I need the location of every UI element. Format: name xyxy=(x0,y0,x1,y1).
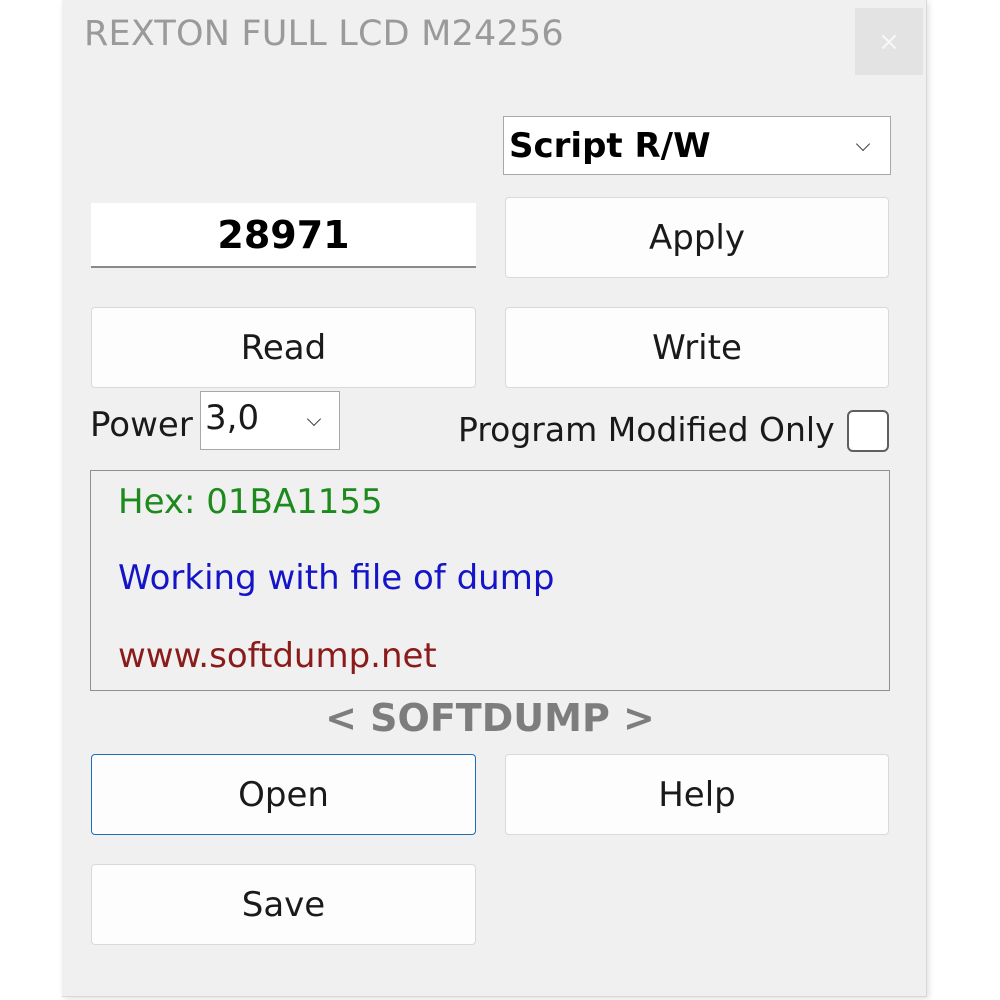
write-button-label: Write xyxy=(652,327,742,368)
help-button-label: Help xyxy=(658,774,736,815)
code-field[interactable]: 28971 xyxy=(91,203,476,268)
close-icon: × xyxy=(878,26,900,57)
brand-text: < SOFTDUMP > xyxy=(325,696,655,740)
log-status-line: Working with file of dump xyxy=(118,558,555,598)
chevron-down-icon xyxy=(306,411,322,426)
log-panel: Hex: 01BA1155 Working with file of dump … xyxy=(90,470,890,691)
chevron-down-icon xyxy=(855,136,871,151)
log-hex-line: Hex: 01BA1155 xyxy=(118,482,383,522)
mode-select[interactable]: Script R/W xyxy=(503,116,891,175)
open-button[interactable]: Open xyxy=(91,754,476,835)
save-button[interactable]: Save xyxy=(91,864,476,945)
close-button[interactable]: × xyxy=(855,8,923,75)
power-select-value: 3,0 xyxy=(205,398,260,438)
help-button[interactable]: Help xyxy=(505,754,889,835)
read-button[interactable]: Read xyxy=(91,307,476,388)
apply-button-label: Apply xyxy=(649,217,745,258)
log-url-line: www.softdump.net xyxy=(118,636,437,676)
open-button-label: Open xyxy=(238,774,329,815)
power-label: Power xyxy=(90,405,193,445)
program-modified-only-label: Program Modified Only xyxy=(458,410,835,449)
window-title: REXTON FULL LCD M24256 xyxy=(84,14,564,54)
power-select[interactable]: 3,0 xyxy=(200,391,340,450)
mode-select-value: Script R/W xyxy=(509,125,711,166)
write-button[interactable]: Write xyxy=(505,307,889,388)
apply-button[interactable]: Apply xyxy=(505,197,889,278)
read-button-label: Read xyxy=(240,327,327,368)
program-modified-only-checkbox[interactable] xyxy=(847,410,889,452)
save-button-label: Save xyxy=(241,884,326,925)
